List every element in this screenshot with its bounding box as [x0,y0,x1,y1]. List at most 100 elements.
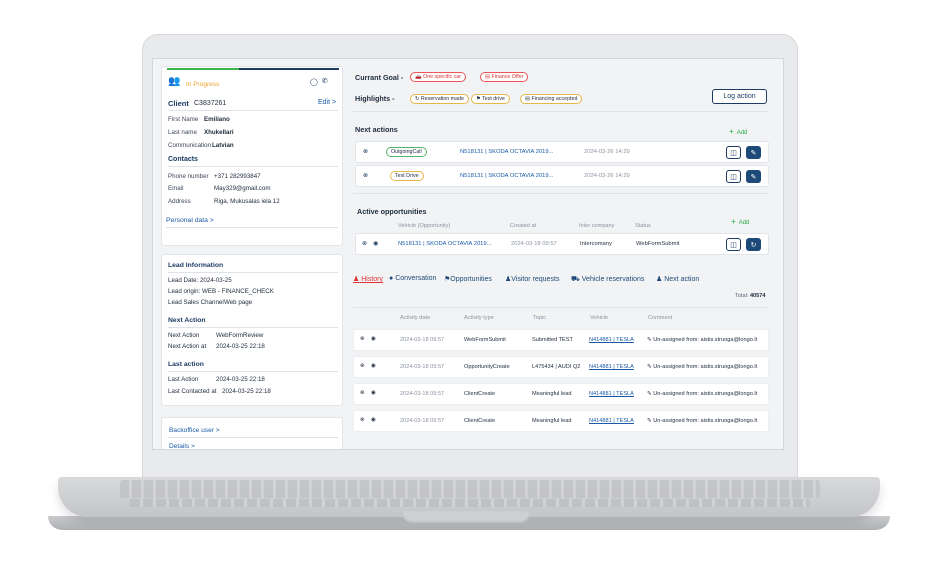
eye-icon[interactable]: ◉ [371,417,376,423]
divider [353,193,769,194]
log-action-label: Log action [723,93,756,100]
highlight-pill-financing-label: Financing accepted [531,96,578,102]
tab-next-action-label: Next action [664,276,700,283]
eye-icon[interactable]: ◉ [371,336,376,342]
action-vehicle[interactable]: N518131 | SKODA OCTAVIA 2019... [460,149,553,155]
table-row: ⊗ ◉ 2024-03-18 09:57 ClientCreate Meanin… [353,410,769,432]
phone-icon[interactable]: ✆ [322,77,328,85]
tab-opportunities[interactable]: ⚑Opportunities [444,275,492,283]
close-circle-icon[interactable]: ⊗ [360,390,365,396]
hist-date: 2024-03-18 09:57 [400,418,445,424]
edit-note-icon: ✎ [647,418,652,424]
action-type-badge: Test Drive [390,171,424,181]
close-circle-icon[interactable]: ⊗ [363,148,368,155]
goal-pill-finance[interactable]: ▤ Finance Offer [480,72,529,82]
eye-icon[interactable]: ◉ [371,363,376,369]
edit-icon[interactable]: ✎ [746,146,761,159]
goal-pill-finance-label: Finance Offer [491,74,524,80]
email-value: May329@gmail.com [214,185,271,192]
tab-history[interactable]: ♟ History [353,275,383,283]
close-circle-icon[interactable]: ⊗ [360,363,365,369]
chat-icon[interactable]: ◫ [726,238,741,251]
status-label: In Progress [186,81,220,88]
lead-origin: Lead origin: WEB - FINANCE_CHECK [168,288,274,295]
tab-vehicle-reservations-label: Vehicle reservations [581,276,645,283]
chat-icon[interactable]: ◫ [726,146,741,159]
tab-conversation[interactable]: ● Conversation [389,275,436,282]
hist-date: 2024-03-18 09:57 [400,391,445,397]
edit-icon[interactable]: ↻ [746,238,761,251]
hist-vehicle[interactable]: N414881 | TESLA [589,337,634,343]
opp-header-company: Inter company [579,223,615,229]
divider [168,110,338,111]
tab-vehicle-reservations[interactable]: ⛟ Vehicle reservations [571,275,644,284]
lead-card: Lead Information Lead Date: 2024-03-25 L… [161,254,343,406]
total-value: 40574 [749,293,766,299]
chat-icon[interactable]: ◫ [726,170,741,183]
opp-vehicle[interactable]: N518131 | SKODA OCTAVIA 2019... [398,241,491,247]
opp-company: Intercomany [580,241,612,247]
log-action-button[interactable]: Log action [712,89,767,104]
divider [353,307,769,308]
first-name-label: First Name [168,116,199,123]
hist-header-date: Activity date [400,315,431,321]
client-id: C3837261 [194,100,227,107]
hist-vehicle[interactable]: N414881 | TESLA [589,364,634,370]
backoffice-user-link[interactable]: Backoffice user > [169,427,220,434]
edit-note-icon: ✎ [647,364,652,370]
next-actions-add[interactable]: + Add [729,127,747,136]
divider [168,437,338,438]
action-vehicle[interactable]: N518131 | SKODA OCTAVIA 2019... [460,173,553,179]
personal-data-link[interactable]: Personal data > [166,217,214,224]
divider [168,327,338,328]
details-link[interactable]: Details > [169,443,195,449]
goal-pill-car-label: One specific car [423,74,462,80]
eye-icon[interactable]: ◉ [371,390,376,396]
edit-link[interactable]: Edit > [318,99,336,106]
hist-header-topic: Topic [533,315,547,321]
chat-bubble-icon: ● [389,275,394,282]
highlight-pill-reservation[interactable]: ↻ Reservation made [410,94,469,104]
hist-date: 2024-03-18 09:57 [400,364,445,370]
edit-icon[interactable]: ✎ [746,170,761,183]
history-total: Total: 40574 [735,293,766,299]
divider [166,227,338,228]
highlight-pill-financing[interactable]: ▤ Financing accepted [520,94,583,104]
action-date: 2024-03-26 14:29 [584,149,630,155]
close-circle-icon[interactable]: ⊗ [362,240,367,247]
lead-channel-value: Web page [224,299,253,306]
close-circle-icon[interactable]: ⊗ [360,417,365,423]
hist-type: OpportunityCreate [464,364,510,370]
users-icon: 👥 [168,76,181,87]
goal-pill-car[interactable]: 🚗 One specific car [410,72,467,82]
tab-history-label: History [361,276,384,283]
close-circle-icon[interactable]: ⊗ [360,336,365,342]
table-row: ⊗ ◉ 2024-03-18 09:57 OpportunityCreate L… [353,356,769,378]
next-actions-title: Next actions [355,125,398,134]
next-action-at-value: 2024-03-25 22:18 [216,343,265,350]
laptop-keyboard-row [130,499,810,507]
progress-bar [167,68,339,70]
goal-label: Currant Goal - [355,73,404,82]
plus-icon: + [731,217,736,226]
action-type-badge: OutgoingCall [386,147,427,157]
tab-next-action[interactable]: ♟ Next action [656,275,699,283]
hist-vehicle[interactable]: N414881 | TESLA [589,418,634,424]
highlight-pill-test-drive[interactable]: ⚑ Test drive [471,94,510,104]
screen: 👥 In Progress ◯ ✆ Client C3837261 Edit >… [152,58,784,450]
close-circle-icon[interactable]: ⊗ [363,172,368,179]
opportunities-add[interactable]: + Add [731,217,749,226]
hist-vehicle[interactable]: N414881 | TESLA [589,391,634,397]
phone-value: +371 282993847 [214,173,261,180]
lead-date: Lead Date: 2024-03-25 [168,277,232,284]
tab-visitor-requests[interactable]: ♟Visitor requests [505,275,559,283]
check-circle-icon[interactable]: ◯ [310,78,318,86]
communication-label: Communication [168,142,211,149]
opp-header-created: Created at [510,223,537,229]
eye-icon[interactable]: ◉ [373,240,378,247]
contacts-title: Contacts [168,156,198,163]
hist-comment-text: Un-assigned from: aistis.struoga@longo.l… [653,418,758,424]
total-label: Total: [735,293,749,299]
person-icon: ♟ [353,276,360,283]
address-value: Riga, Mukusalas iela 12 [214,198,280,205]
